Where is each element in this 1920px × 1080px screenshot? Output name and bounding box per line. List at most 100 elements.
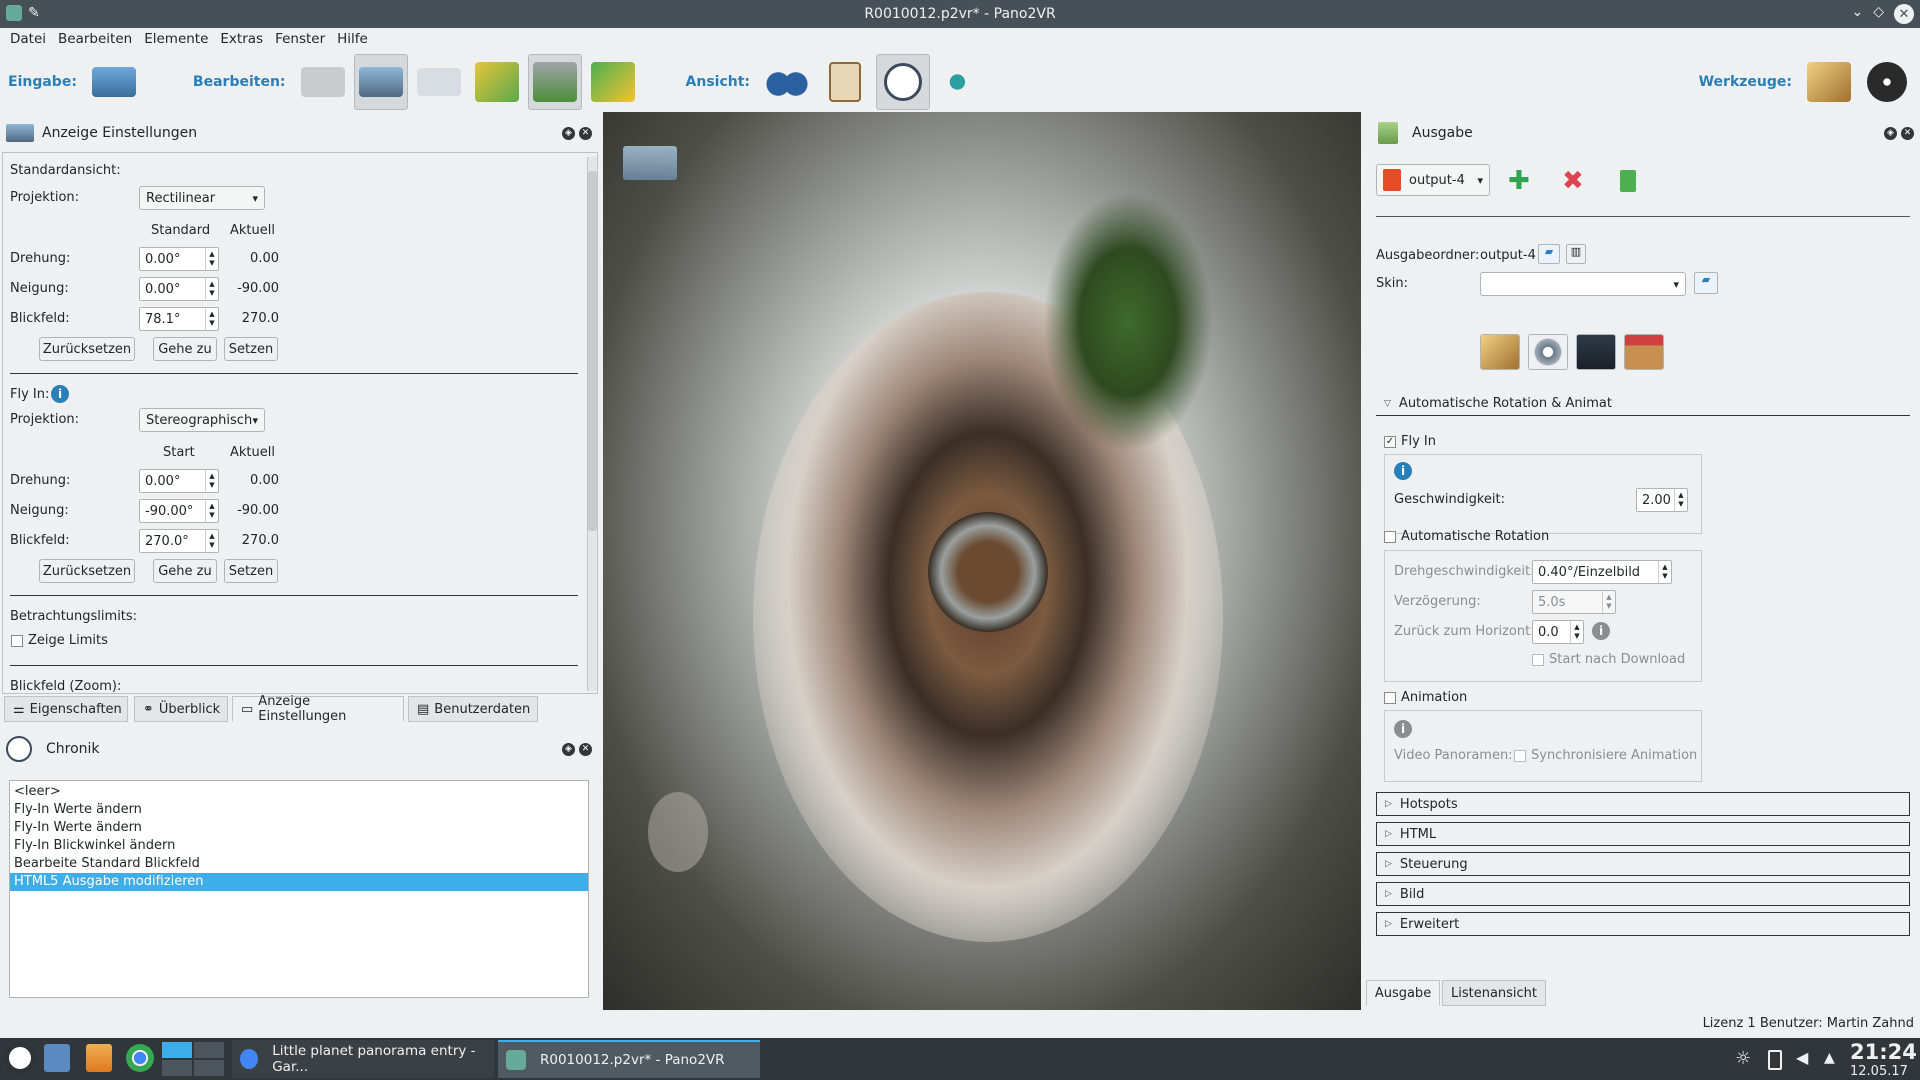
tray-expand-icon[interactable]: ▲: [1824, 1050, 1835, 1066]
close-icon[interactable]: ✕: [1894, 4, 1914, 24]
properties-button[interactable]: [296, 54, 350, 110]
menu-extras[interactable]: Extras: [214, 28, 269, 52]
section-hotspots[interactable]: ▷ Hotspots: [1376, 792, 1910, 816]
autorotation-checkbox[interactable]: [1384, 531, 1396, 543]
close-icon[interactable]: ✕: [1901, 126, 1914, 140]
section-html[interactable]: ▷ HTML: [1376, 822, 1910, 846]
fov-input[interactable]: 78.1° ▲ ▼: [139, 307, 219, 331]
viewing-settings-button[interactable]: [353, 54, 408, 110]
file-manager-icon[interactable]: [44, 1044, 70, 1072]
list-item[interactable]: Fly-In Werte ändern: [10, 801, 588, 819]
menu-hilfe[interactable]: Hilfe: [331, 28, 374, 52]
info-icon[interactable]: i: [1394, 462, 1412, 480]
google-maps-button[interactable]: [586, 54, 640, 110]
tab-list-view[interactable]: Listenansicht: [1442, 980, 1546, 1006]
menu-bearbeiten[interactable]: Bearbeiten: [52, 28, 138, 52]
pan-input[interactable]: 0.00° ▲ ▼: [139, 247, 219, 271]
input-panorama-button[interactable]: [87, 54, 141, 110]
list-item[interactable]: Fly-In Blickwinkel ändern: [10, 837, 588, 855]
add-output-icon[interactable]: ✚: [1508, 166, 1530, 196]
history-button[interactable]: [876, 54, 931, 110]
goto-button[interactable]: Gehe zu: [153, 337, 217, 361]
flyin-tilt-spinner[interactable]: ▲ ▼: [205, 500, 218, 522]
pager-desktop-4[interactable]: [194, 1060, 224, 1076]
flyin-projection-select[interactable]: Stereographisch: [139, 408, 265, 432]
chrome-icon[interactable]: [126, 1044, 154, 1072]
close-icon[interactable]: ✕: [579, 126, 592, 140]
section-image[interactable]: ▷ Bild: [1376, 882, 1910, 906]
list-item[interactable]: Bearbeite Standard Blickfeld: [10, 855, 588, 873]
section-advanced[interactable]: ▷ Erweitert: [1376, 912, 1910, 936]
clipboard-button[interactable]: [818, 54, 872, 110]
section-control[interactable]: ▷ Steuerung: [1376, 852, 1910, 876]
flyin-goto-button[interactable]: Gehe zu: [153, 559, 217, 583]
checklist-button[interactable]: [934, 54, 988, 110]
flyin-fov-spinner[interactable]: ▲ ▼: [205, 530, 218, 552]
movie-button[interactable]: [1860, 54, 1914, 110]
volume-icon[interactable]: ◀: [1796, 1048, 1808, 1067]
rotation-speed-input[interactable]: 0.40°/Einzelbild ▲ ▼: [1532, 560, 1672, 584]
sync-animation-checkbox[interactable]: [1514, 750, 1526, 762]
tab-properties[interactable]: ⚌ Eigenschaften: [4, 696, 128, 722]
tilt-input[interactable]: 0.00° ▲ ▼: [139, 277, 219, 301]
pin-icon[interactable]: ✎: [28, 5, 40, 21]
show-limits-checkbox[interactable]: [11, 635, 23, 647]
rotation-speed-spinner[interactable]: ▲ ▼: [1658, 561, 1671, 583]
open-folder-icon[interactable]: ▰: [1538, 244, 1560, 264]
list-item-selected[interactable]: HTML5 Ausgabe modifizieren: [10, 873, 588, 891]
settings-gear-icon[interactable]: [1528, 334, 1568, 370]
pager-desktop-3[interactable]: [162, 1060, 192, 1076]
reset-button[interactable]: Zurücksetzen: [39, 337, 135, 361]
flyin-tilt-input[interactable]: -90.00° ▲ ▼: [139, 499, 219, 523]
menu-elemente[interactable]: Elemente: [138, 28, 214, 52]
skin-editor-button[interactable]: [1802, 54, 1856, 110]
app-icon[interactable]: [6, 5, 22, 21]
start-menu-icon[interactable]: [4, 1042, 36, 1074]
flyin-pan-input[interactable]: 0.00° ▲ ▼: [139, 469, 219, 493]
map-button[interactable]: [470, 54, 524, 110]
clipboard-tray-icon[interactable]: [1768, 1050, 1782, 1070]
float-icon[interactable]: ◈: [562, 742, 575, 756]
package-icon[interactable]: [1624, 334, 1664, 370]
tilt-spinner[interactable]: ▲ ▼: [205, 278, 218, 300]
task-pano2vr[interactable]: R0010012.p2vr* - Pano2VR: [498, 1040, 760, 1078]
output-select[interactable]: output-4: [1376, 164, 1490, 196]
list-item[interactable]: Fly-In Werte ändern: [10, 819, 588, 837]
speed-spinner[interactable]: ▲ ▼: [1674, 489, 1687, 511]
float-icon[interactable]: ◈: [562, 126, 575, 140]
tour-browser-button[interactable]: [760, 54, 814, 110]
preview-monitor-icon[interactable]: [1576, 334, 1616, 370]
clock-time[interactable]: 21:24: [1850, 1040, 1917, 1064]
flyin-fov-input[interactable]: 270.0° ▲ ▼: [139, 529, 219, 553]
lightbulb-icon[interactable]: ☼: [1735, 1048, 1751, 1069]
fov-spinner[interactable]: ▲ ▼: [205, 308, 218, 330]
delay-input[interactable]: 5.0s ▲ ▼: [1532, 590, 1616, 614]
info-icon[interactable]: i: [51, 385, 69, 403]
minimize-icon[interactable]: ⌄: [1851, 4, 1863, 24]
userdata-button[interactable]: [412, 54, 466, 110]
skin-editor-icon[interactable]: [1480, 334, 1520, 370]
section-auto-rotation[interactable]: ▽ Automatische Rotation & Animat: [1376, 392, 1910, 416]
pager-desktop-2[interactable]: [194, 1042, 224, 1058]
set-button[interactable]: Setzen: [224, 337, 278, 361]
list-item[interactable]: <leer>: [10, 783, 588, 801]
patch-button[interactable]: [527, 54, 582, 110]
delete-output-icon[interactable]: ✖: [1562, 166, 1584, 196]
float-icon[interactable]: ◈: [1884, 126, 1897, 140]
view-overlay-icon[interactable]: [623, 146, 677, 180]
info-icon[interactable]: i: [1592, 622, 1610, 640]
horizon-spinner[interactable]: ▲ ▼: [1570, 621, 1583, 643]
task-browser[interactable]: Little planet panorama entry - Gar...: [232, 1040, 494, 1078]
animation-checkbox[interactable]: [1384, 692, 1396, 704]
horizon-input[interactable]: 0.0 ▲ ▼: [1532, 620, 1584, 644]
flyin-pan-spinner[interactable]: ▲ ▼: [205, 470, 218, 492]
flyin-reset-button[interactable]: Zurücksetzen: [39, 559, 135, 583]
delay-spinner[interactable]: ▲ ▼: [1602, 591, 1615, 613]
tab-viewing-settings[interactable]: ▭ Anzeige Einstellungen: [232, 694, 404, 724]
tab-overview[interactable]: ⚭ Überblick: [134, 696, 228, 722]
scrollbar[interactable]: [587, 157, 597, 691]
trash-icon[interactable]: ▥: [1566, 244, 1586, 264]
flyin-checkbox[interactable]: ✓: [1384, 436, 1396, 448]
menu-datei[interactable]: Datei: [4, 28, 52, 52]
pager-desktop-1[interactable]: [162, 1042, 192, 1058]
